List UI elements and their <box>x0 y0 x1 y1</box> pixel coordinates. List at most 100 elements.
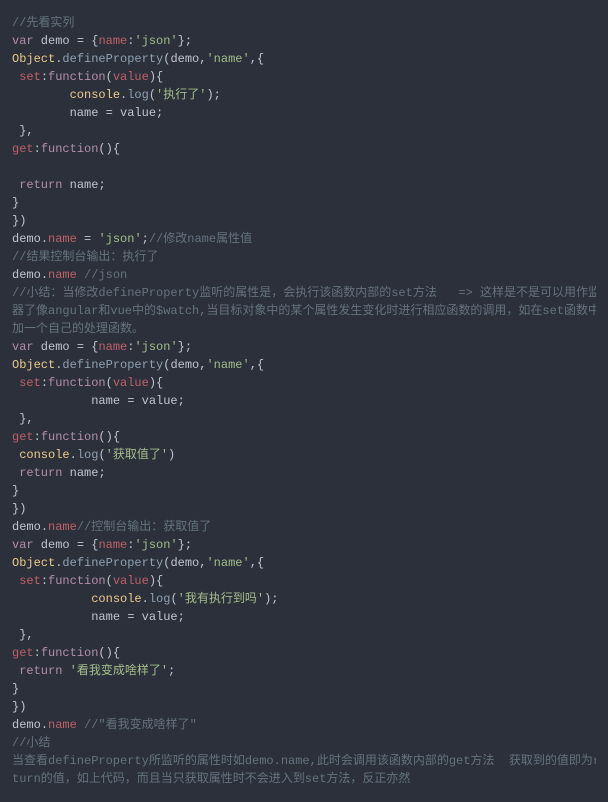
code-token-punctuation: = { <box>77 538 99 552</box>
code-token-plain: demo <box>34 34 77 48</box>
code-line: demo.name //"看我变成啥样了" <box>12 716 596 734</box>
code-token-punctuation: }; <box>178 34 192 48</box>
code-token-punctuation: = { <box>77 340 99 354</box>
code-line: }, <box>12 410 596 428</box>
code-token-property: name <box>98 340 127 354</box>
code-line: //小结：当修改defineProperty监听的属性是，会执行该函数内部的se… <box>12 284 596 302</box>
code-token-plain: name <box>12 394 127 408</box>
code-token-punctuation: . <box>70 448 77 462</box>
code-line: demo.name //json <box>12 266 596 284</box>
code-token-comment: //修改name属性值 <box>149 232 252 246</box>
code-token-function-name: defineProperty <box>62 556 163 570</box>
code-line: console.log('获取值了') <box>12 446 596 464</box>
code-token-punctuation: } <box>12 196 19 210</box>
code-line: return name; <box>12 176 596 194</box>
code-token-function-name: defineProperty <box>62 52 163 66</box>
code-line: return name; <box>12 464 596 482</box>
code-token-plain: demo <box>170 358 199 372</box>
code-token-punctuation: ; <box>98 178 105 192</box>
code-token-punctuation: }; <box>178 340 192 354</box>
code-line: } <box>12 194 596 212</box>
code-token-object: Object <box>12 358 55 372</box>
code-token-comment: //控制台输出：获取值了 <box>77 520 211 534</box>
code-line: get:function(){ <box>12 140 596 158</box>
code-token-keyword: return <box>19 178 62 192</box>
code-line: set:function(value){ <box>12 572 596 590</box>
code-token-property: name <box>48 520 77 534</box>
code-line: }) <box>12 500 596 518</box>
code-token-property: get <box>12 430 34 444</box>
code-line: demo.name//控制台输出：获取值了 <box>12 518 596 536</box>
code-token-punctuation: : <box>41 70 48 84</box>
code-token-plain <box>62 664 69 678</box>
code-token-keyword: var <box>12 538 34 552</box>
code-token-punctuation: ( <box>170 592 177 606</box>
code-token-punctuation: : <box>34 646 41 660</box>
code-token-property: name <box>48 232 77 246</box>
code-line: name = value; <box>12 104 596 122</box>
code-token-string: 'name' <box>206 52 249 66</box>
code-token-comment: 当查看defineProperty所监听的属性时如demo.name,此时会调用… <box>12 754 596 768</box>
code-token-punctuation: ); <box>206 88 220 102</box>
code-token-plain: demo <box>34 340 77 354</box>
code-token-property: set <box>19 574 41 588</box>
code-token-keyword: var <box>12 340 34 354</box>
code-token-property: name <box>48 718 77 732</box>
code-line: } <box>12 482 596 500</box>
code-token-plain <box>12 160 19 174</box>
code-token-punctuation: ( <box>149 88 156 102</box>
code-token-function-name: log <box>149 592 171 606</box>
code-line: Object.defineProperty(demo,'name',{ <box>12 356 596 374</box>
code-token-plain: demo <box>12 520 41 534</box>
code-token-object: console <box>70 88 120 102</box>
code-token-string: '执行了' <box>156 88 206 102</box>
code-token-plain: value <box>134 610 177 624</box>
code-token-punctuation: : <box>41 574 48 588</box>
code-token-punctuation: ( <box>106 376 113 390</box>
code-token-comment: 器了像angular和vue中的$watch,当目标对象中的某个属性发生变化时进… <box>12 304 596 318</box>
code-token-variable: value <box>113 376 149 390</box>
code-token-property: name <box>98 538 127 552</box>
code-token-punctuation: . <box>41 718 48 732</box>
code-token-punctuation: ; <box>156 106 163 120</box>
code-token-punctuation: }, <box>19 412 33 426</box>
code-line: console.log('我有执行到吗'); <box>12 590 596 608</box>
code-line: 加一个自己的处理函数。 <box>12 320 596 338</box>
code-token-comment: //小结：当修改defineProperty监听的属性是，会执行该函数内部的se… <box>12 286 596 300</box>
code-token-plain: name <box>12 106 106 120</box>
code-token-object: console <box>19 448 69 462</box>
code-line: }, <box>12 122 596 140</box>
code-token-plain <box>12 88 70 102</box>
code-token-plain: demo <box>170 556 199 570</box>
code-token-punctuation: ){ <box>149 376 163 390</box>
code-line: get:function(){ <box>12 644 596 662</box>
code-token-punctuation: }, <box>19 628 33 642</box>
code-line <box>12 158 596 176</box>
code-line: get:function(){ <box>12 428 596 446</box>
code-token-punctuation: . <box>142 592 149 606</box>
code-token-comment: //结果控制台输出：执行了 <box>12 250 158 264</box>
code-line: }) <box>12 698 596 716</box>
code-token-plain <box>77 232 84 246</box>
code-token-comment: //json <box>84 268 127 282</box>
code-token-punctuation: ( <box>106 70 113 84</box>
code-token-punctuation: }) <box>12 502 26 516</box>
code-token-keyword: function <box>48 70 106 84</box>
code-token-punctuation: . <box>41 268 48 282</box>
code-token-plain: name <box>12 610 127 624</box>
code-token-plain: demo <box>170 52 199 66</box>
code-line: console.log('执行了'); <box>12 86 596 104</box>
code-token-punctuation: ; <box>98 466 105 480</box>
code-token-punctuation: (){ <box>98 646 120 660</box>
code-token-punctuation: = { <box>77 34 99 48</box>
code-token-function-name: log <box>127 88 149 102</box>
code-token-comment: //先看实列 <box>12 16 74 30</box>
code-token-string: 'name' <box>206 358 249 372</box>
code-token-property: set <box>19 70 41 84</box>
code-token-plain: demo <box>12 232 41 246</box>
code-token-punctuation: . <box>41 520 48 534</box>
code-line: 器了像angular和vue中的$watch,当目标对象中的某个属性发生变化时进… <box>12 302 596 320</box>
code-token-comment: //"看我变成啥样了" <box>84 718 197 732</box>
code-token-punctuation: ( <box>98 448 105 462</box>
code-token-function-name: log <box>77 448 99 462</box>
